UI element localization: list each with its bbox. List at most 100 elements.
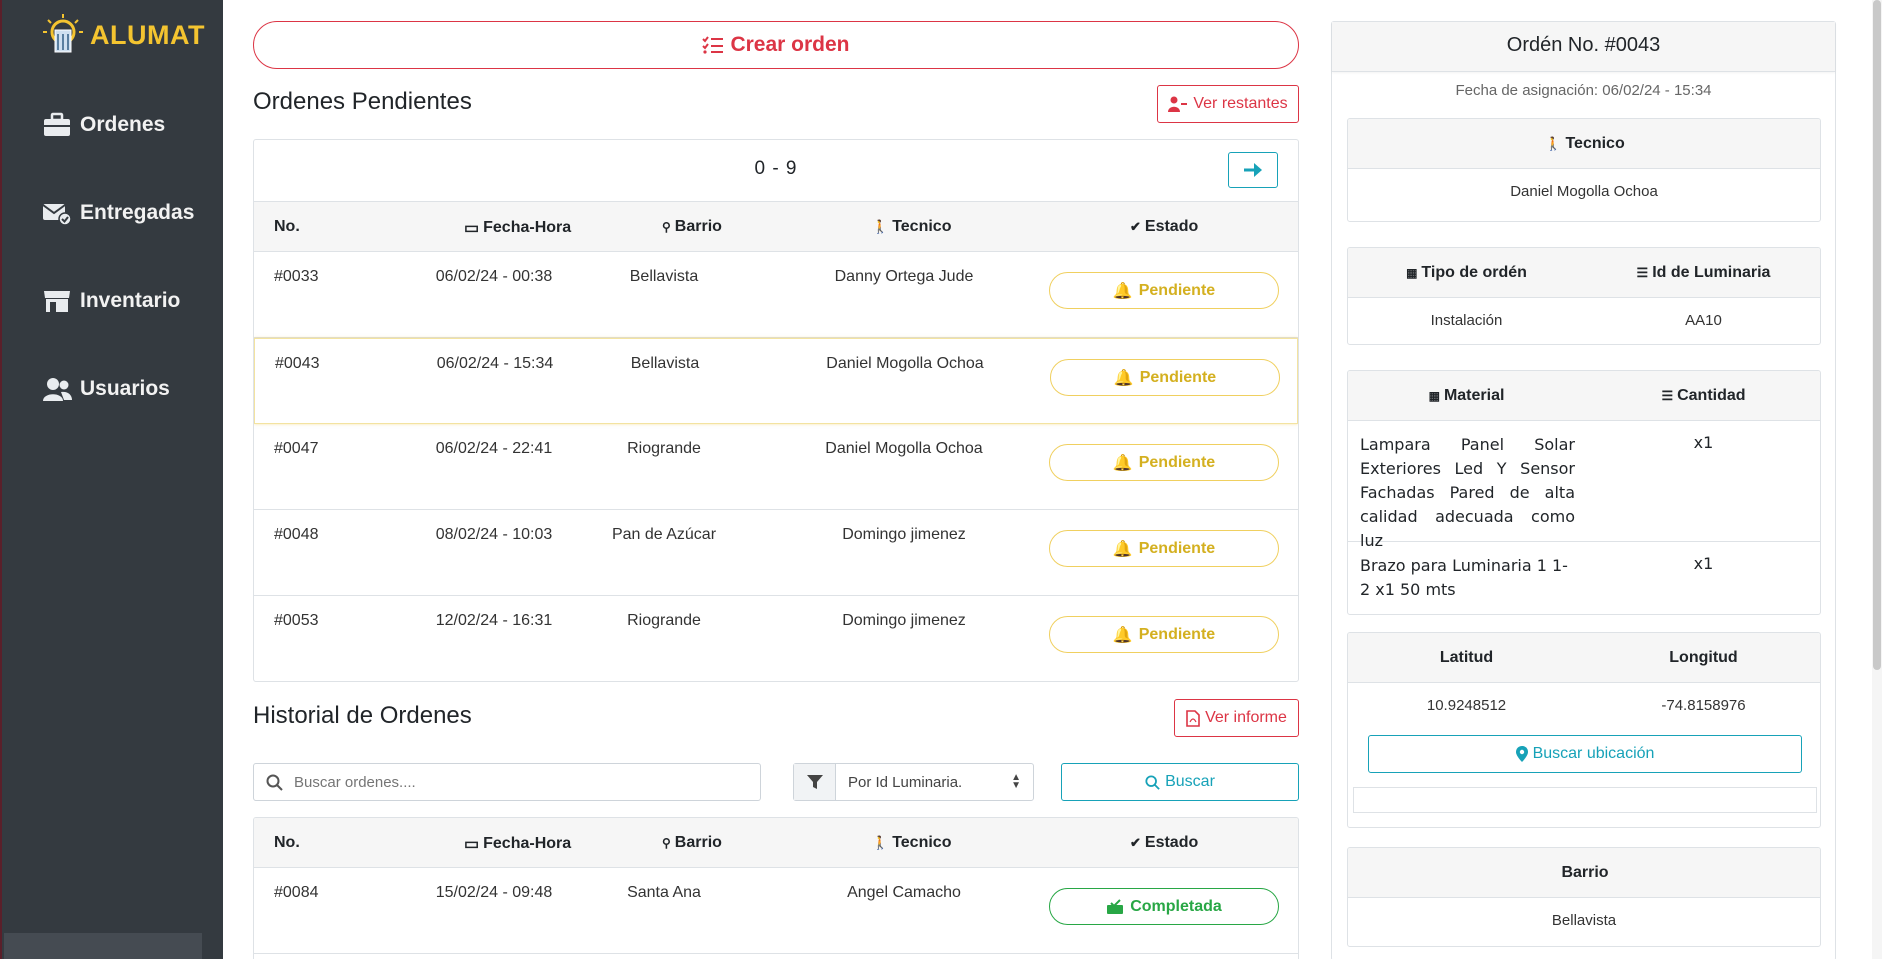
map-pin-icon: ⚲: [662, 220, 671, 234]
order-no: #0053: [274, 612, 319, 629]
order-detail-panel: Ordén No. #0043 Fecha de asignación: 06/…: [1331, 21, 1836, 959]
filter-select[interactable]: Por Id Luminaria. ▲ ▼: [836, 764, 1033, 800]
col-header-estado-label: Estado: [1144, 218, 1199, 235]
tecnico-header: 🚶 Tecnico: [1348, 119, 1820, 169]
col-header-barrio-label: Barrio: [674, 218, 722, 235]
search-input[interactable]: [294, 773, 734, 791]
table-row[interactable]: #0048 08/02/24 - 10:03 Pan de Azúcar Dom…: [254, 510, 1298, 596]
page-scrollbar[interactable]: [1872, 0, 1882, 959]
status-badge[interactable]: Completada: [1049, 888, 1279, 925]
search-field[interactable]: [253, 763, 761, 801]
ver-informe-label: Ver informe: [1205, 709, 1287, 726]
lat-value: 10.9248512: [1426, 697, 1507, 714]
locate-button-label: Buscar ubicación: [1532, 745, 1655, 762]
sidebar-item-inventario[interactable]: Inventario: [42, 288, 180, 314]
barrio-value: Bellavista: [1551, 912, 1617, 929]
sidebar-item-usuarios[interactable]: Usuarios: [42, 376, 170, 402]
status-label: Pendiente: [1138, 281, 1216, 299]
order-tecnico: Domingo jimenez: [842, 612, 966, 629]
pending-title: Ordenes Pendientes: [253, 88, 472, 115]
material-heading: ▦ Material: [1348, 387, 1585, 405]
status-badge[interactable]: 🔔 Pendiente: [1049, 530, 1279, 567]
create-order-button[interactable]: Crear orden: [253, 21, 1299, 69]
material-name: Lampara Panel Solar Exteriores Led Y Sen…: [1360, 435, 1575, 550]
id-heading: ☰ Id de Luminaria: [1585, 264, 1820, 282]
table-row[interactable]: #0053 12/02/24 - 16:31 Riogrande Domingo…: [254, 596, 1298, 681]
tipo-header: ▦ Tipo de ordén ☰ Id de Luminaria: [1348, 248, 1820, 298]
location-header: Latitud Longitud: [1348, 633, 1820, 683]
search-button-label: Buscar: [1165, 773, 1215, 790]
material-name: Brazo para Luminaria 1 1-2 x1 50 mts: [1360, 556, 1568, 599]
check-circle-icon: ✔: [1130, 219, 1141, 234]
barrio-card: Barrio Bellavista: [1347, 847, 1821, 947]
material-card: ▦ Material ☰ Cantidad Lampara Panel Solar …: [1347, 370, 1821, 615]
brand-name: ALUMAT: [90, 19, 205, 50]
table-row[interactable]: #0033 06/02/24 - 00:38 Bellavista Danny …: [254, 252, 1298, 338]
bell-icon: 🔔: [1113, 369, 1134, 387]
bell-icon: 🔔: [1112, 454, 1133, 472]
order-date: 06/02/24 - 15:34: [436, 355, 554, 372]
inbox-check-icon: [1107, 898, 1124, 914]
lat-heading: Latitud: [1439, 649, 1494, 666]
map-container[interactable]: [1353, 787, 1817, 813]
locate-button[interactable]: Buscar ubicación: [1368, 735, 1802, 773]
tipo-label: Tipo de ordén: [1421, 264, 1527, 281]
create-order-label: Crear orden: [730, 33, 850, 56]
status-badge[interactable]: 🔔 Pendiente: [1050, 359, 1280, 396]
sidebar-item-ordenes[interactable]: Ordenes: [42, 112, 165, 138]
col-header-barrio: ⚲ Barrio: [662, 218, 722, 236]
store-icon: [44, 291, 70, 312]
sidebar-item-label: Inventario: [80, 289, 181, 312]
pending-orders-card: 0 - 9 No. ▭ Fecha-Hora ⚲ Barrio 🚶 Tecnico ✔…: [253, 139, 1299, 682]
tipo-heading: ▦ Tipo de ordén: [1348, 264, 1585, 282]
col-header-no: No.: [274, 218, 300, 235]
sidebar-item-label: Entregadas: [80, 201, 195, 224]
list-ol-icon: ☰: [1636, 265, 1649, 280]
search-button[interactable]: Buscar: [1061, 763, 1299, 801]
list-check-icon: [702, 36, 724, 54]
material-header: ▦ Material ☰ Cantidad: [1348, 371, 1820, 421]
table-row[interactable]: #0043 06/02/24 - 15:34 Bellavista Daniel…: [254, 338, 1298, 424]
cantidad-heading: ☰ Cantidad: [1585, 387, 1820, 405]
order-date: 12/02/24 - 16:31: [435, 612, 553, 629]
map-marker-icon: [1515, 746, 1528, 762]
col-header-tecnico: 🚶 Tecnico: [872, 834, 951, 852]
order-tecnico: Daniel Mogolla Ochoa: [825, 440, 983, 457]
next-page-button[interactable]: [1228, 152, 1278, 188]
col-header-barrio: ⚲ Barrio: [662, 834, 722, 852]
tecnico-value: Daniel Mogolla Ochoa: [1510, 183, 1658, 200]
material-row: Brazo para Luminaria 1 1-2 x1 50 mts x1: [1348, 542, 1820, 614]
location-card: Latitud Longitud 10.9248512 -74.8158976 …: [1347, 632, 1821, 828]
search-icon: [266, 774, 283, 791]
tecnico-heading: 🚶 Tecnico: [1348, 135, 1820, 153]
sidebar: ALUMAT Ordenes Entregadas Inventario Usu…: [0, 0, 223, 959]
col-header-tecnico-label: Tecnico: [892, 218, 952, 235]
ver-restantes-button[interactable]: Ver restantes: [1157, 85, 1299, 123]
status-badge[interactable]: 🔔 Pendiente: [1049, 444, 1279, 481]
sidebar-item-label: Usuarios: [80, 377, 170, 400]
table-row[interactable]: #0084 15/02/24 - 09:48 Santa Ana Angel C…: [254, 868, 1298, 954]
lon-value: -74.8158976: [1661, 697, 1746, 714]
user-minus-icon: [1168, 96, 1188, 112]
brand[interactable]: ALUMAT: [40, 12, 205, 58]
filter-button[interactable]: [794, 764, 836, 800]
filter-group: Por Id Luminaria. ▲ ▼: [793, 763, 1034, 801]
scrollbar-thumb[interactable]: [1873, 0, 1881, 670]
pending-table-header: No. ▭ Fecha-Hora ⚲ Barrio 🚶 Tecnico ✔ Estado: [254, 202, 1298, 252]
col-header-barrio-label: Barrio: [674, 834, 722, 851]
col-header-tecnico: 🚶 Tecnico: [872, 218, 951, 236]
order-barrio: Riogrande: [627, 440, 701, 457]
person-walking-icon: 🚶: [1545, 136, 1562, 151]
sidebar-item-entregadas[interactable]: Entregadas: [42, 200, 194, 226]
table-row[interactable]: #0047 06/02/24 - 22:41 Riogrande Daniel …: [254, 424, 1298, 510]
col-header-fecha: ▭ Fecha-Hora: [464, 218, 571, 238]
status-badge[interactable]: 🔔 Pendiente: [1049, 616, 1279, 653]
filter-selected-label: Por Id Luminaria.: [848, 773, 963, 791]
material-qty: x1: [1693, 433, 1714, 452]
ver-informe-button[interactable]: Ver informe: [1174, 699, 1299, 737]
barrio-header: Barrio: [1348, 848, 1820, 898]
status-badge[interactable]: 🔔 Pendiente: [1049, 272, 1279, 309]
order-barrio: Santa Ana: [627, 884, 701, 901]
order-barrio: Pan de Azúcar: [611, 526, 717, 543]
history-orders-card: No. ▭ Fecha-Hora ⚲ Barrio 🚶 Tecnico ✔ Estado…: [253, 817, 1299, 959]
